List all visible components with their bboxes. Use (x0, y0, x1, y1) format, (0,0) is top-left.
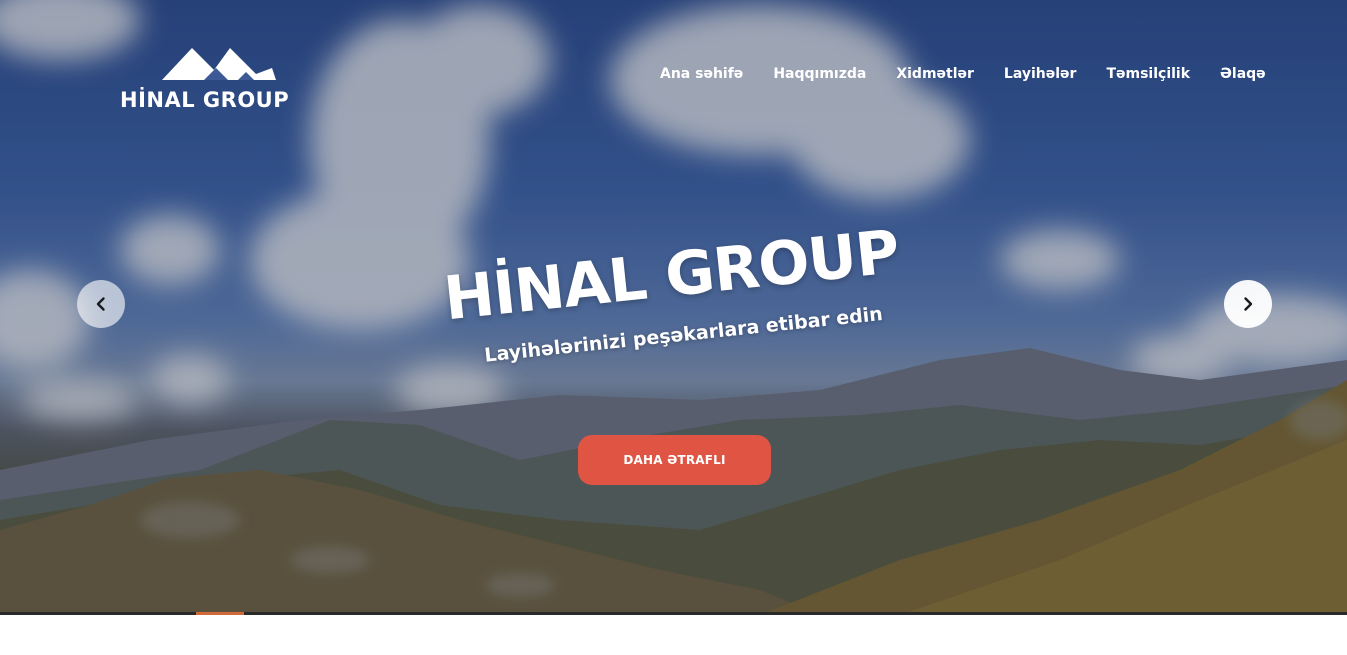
hero-slider: HİNAL GROUP Ana səhifə Haqqımızda Xidmət… (0, 0, 1347, 615)
nav-item-contact[interactable]: Əlaqə (1220, 66, 1266, 82)
slider-progress-fill (196, 612, 244, 615)
chevron-left-icon (96, 297, 105, 311)
logo-mountain-icon (162, 48, 276, 80)
chevron-right-icon (1244, 297, 1253, 311)
logo-text: HİNAL GROUP (120, 88, 290, 112)
nav-item-representation[interactable]: Təmsilçilik (1106, 66, 1190, 82)
main-nav: Ana səhifə Haqqımızda Xidmətlər Layihələ… (660, 66, 1266, 82)
logo[interactable]: HİNAL GROUP (120, 44, 320, 114)
slider-progress-bar (0, 612, 1347, 615)
nav-item-services[interactable]: Xidmətlər (896, 66, 974, 82)
slider-next-button[interactable] (1224, 280, 1272, 328)
slider-prev-button[interactable] (77, 280, 125, 328)
more-info-button[interactable]: DAHA ƏTRAFLI (578, 435, 771, 485)
nav-item-home[interactable]: Ana səhifə (660, 66, 743, 82)
nav-item-about[interactable]: Haqqımızda (773, 66, 866, 82)
nav-item-projects[interactable]: Layihələr (1004, 66, 1077, 82)
